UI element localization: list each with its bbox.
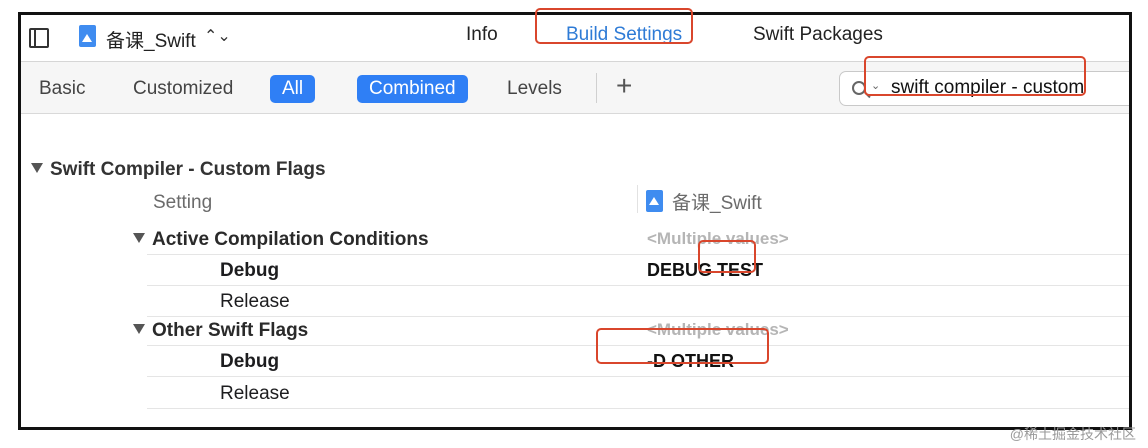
chevron-down-icon[interactable]: ⌄ [871, 79, 880, 92]
setting-name: Other Swift Flags [152, 320, 309, 341]
project-tab-bar: 备课_Swift ⌃⌄ Info Build Settings Swift Pa… [21, 15, 1129, 62]
filter-customized-button[interactable]: Customized [133, 75, 233, 103]
setting-column-header: Setting [153, 192, 213, 213]
disclosure-triangle-icon[interactable] [133, 233, 145, 243]
setting-value[interactable]: DEBUG TEST [647, 260, 763, 281]
setting-label: Other Swift Flags [133, 320, 308, 342]
setting-row-debug[interactable]: Debug DEBUG TEST [147, 255, 1129, 286]
build-settings-filter-bar: Basic Customized All Combined Levels + ⌄… [21, 62, 1129, 114]
search-field[interactable]: ⌄ swift compiler - custom [839, 71, 1129, 106]
section-title: Swift Compiler - Custom Flags [50, 159, 326, 180]
search-input[interactable]: swift compiler - custom [891, 77, 1084, 99]
filter-basic-button[interactable]: Basic [39, 75, 85, 103]
app-target-icon [79, 25, 96, 47]
config-label: Debug [220, 260, 280, 281]
setting-value[interactable]: -D OTHER [647, 351, 734, 372]
setting-value[interactable]: <Multiple values> [647, 320, 789, 340]
section-header[interactable]: Swift Compiler - Custom Flags [31, 159, 326, 181]
setting-name: Active Compilation Conditions [152, 229, 429, 250]
setting-row-other-swift-flags[interactable]: Other Swift Flags <Multiple values> [133, 315, 1129, 346]
chevron-updown-icon[interactable]: ⌃⌄ [204, 26, 231, 46]
setting-row-release[interactable]: Release [147, 286, 1129, 317]
disclosure-triangle-icon[interactable] [133, 324, 145, 334]
settings-list: Swift Compiler - Custom Flags Setting 备课… [21, 115, 1129, 427]
filter-all-button[interactable]: All [270, 75, 316, 103]
filter-combined-button[interactable]: Combined [357, 75, 468, 103]
setting-row-release[interactable]: Release [147, 378, 1129, 409]
tab-build-settings[interactable]: Build Settings [566, 24, 682, 46]
target-selector[interactable]: 备课_Swift [106, 26, 196, 53]
filter-levels-button[interactable]: Levels [507, 75, 562, 103]
config-label: Release [220, 383, 290, 404]
divider [596, 73, 597, 103]
setting-row-active-compilation-conditions[interactable]: Active Compilation Conditions <Multiple … [133, 224, 1129, 255]
target-column-header: 备课_Swift [646, 188, 762, 215]
add-setting-button[interactable]: + [616, 70, 632, 102]
setting-value[interactable]: <Multiple values> [647, 229, 789, 249]
setting-row-debug[interactable]: Debug -D OTHER [147, 346, 1129, 377]
watermark: @稀土掘金技术社区 [1009, 426, 1136, 442]
column-divider [637, 185, 638, 213]
disclosure-triangle-icon[interactable] [31, 163, 43, 173]
tab-swift-packages[interactable]: Swift Packages [753, 24, 883, 46]
tab-info[interactable]: Info [466, 24, 498, 46]
config-label: Debug [220, 351, 280, 372]
setting-label: Active Compilation Conditions [133, 229, 429, 251]
sidebar-toggle-icon[interactable] [29, 28, 49, 48]
search-icon [852, 81, 866, 95]
config-label: Release [220, 291, 290, 312]
xcode-build-settings-window: 备课_Swift ⌃⌄ Info Build Settings Swift Pa… [18, 12, 1132, 430]
app-target-icon [646, 190, 663, 212]
target-column-label: 备课_Swift [672, 193, 762, 214]
